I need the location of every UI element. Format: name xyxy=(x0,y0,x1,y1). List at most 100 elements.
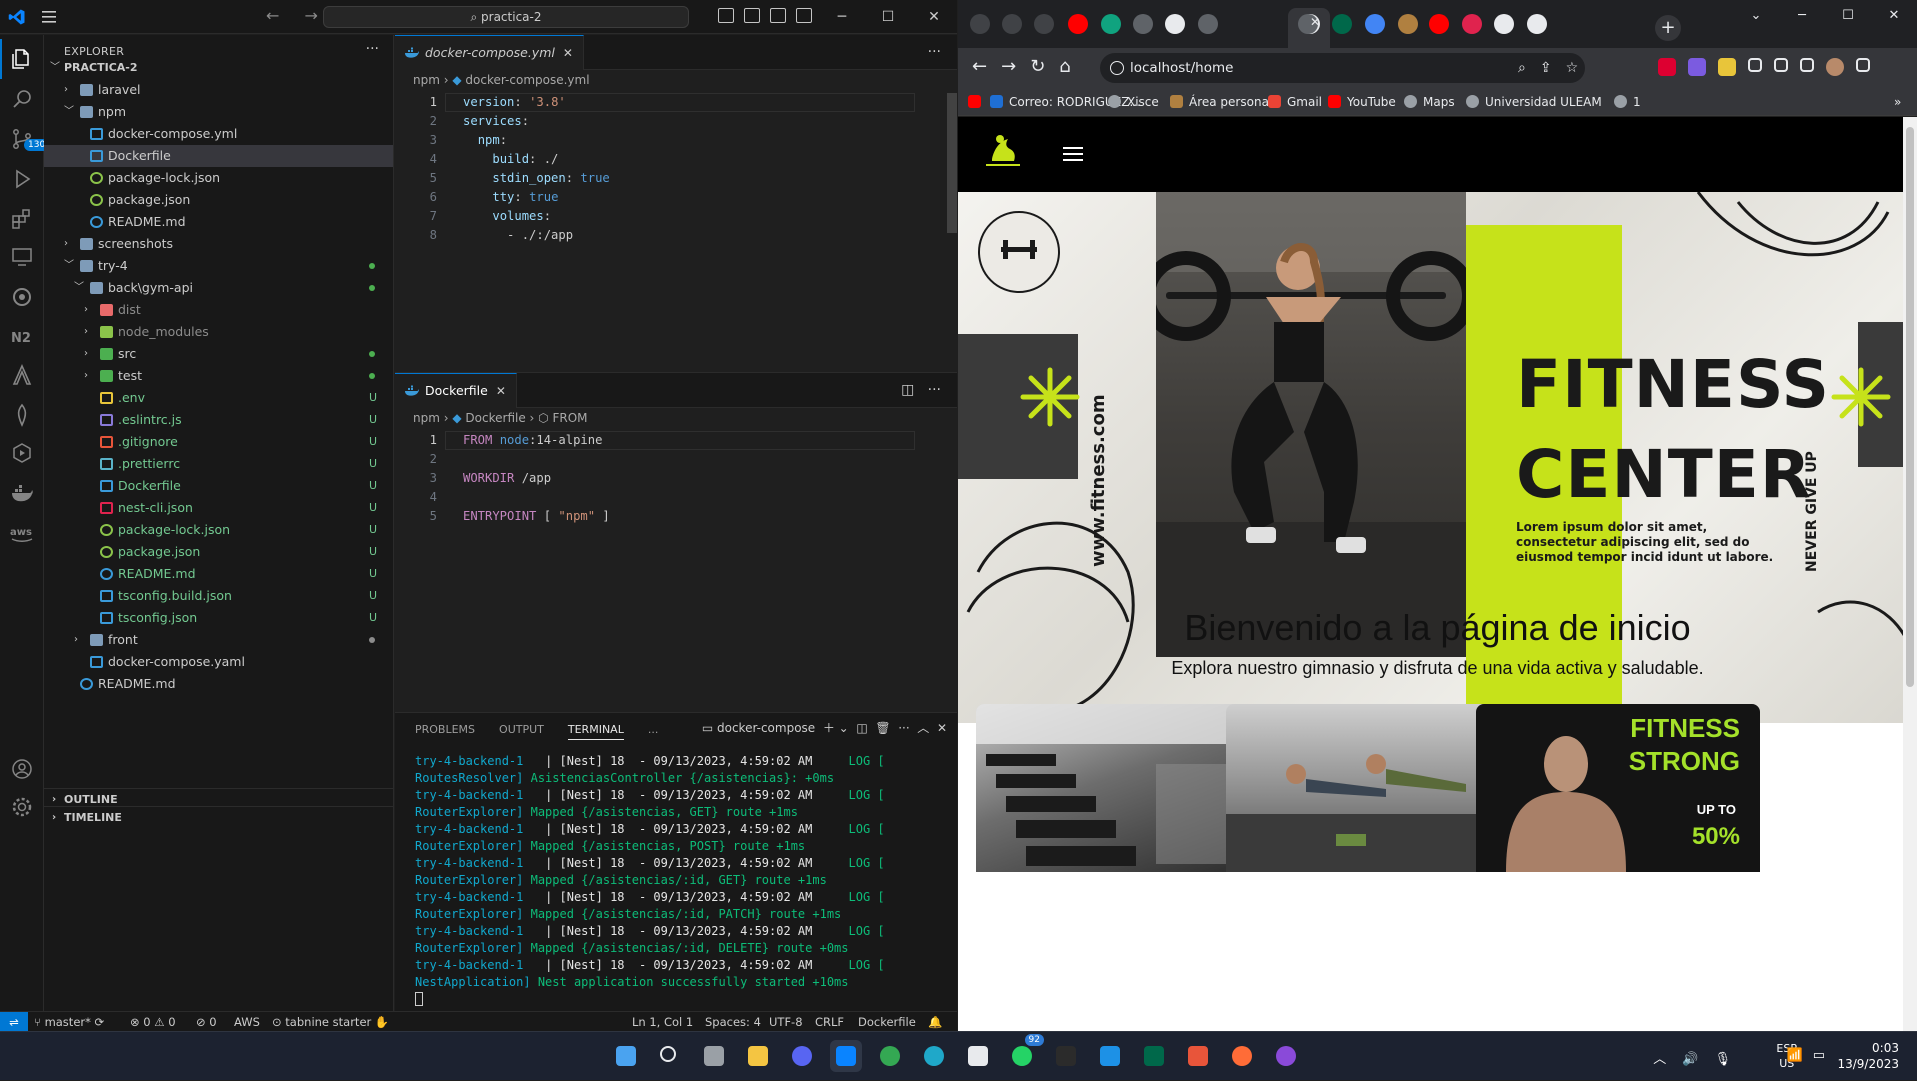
tree-item[interactable]: › screenshots xyxy=(44,233,393,255)
encoding[interactable]: UTF-8 xyxy=(769,1012,803,1032)
language-mode[interactable]: Dockerfile xyxy=(858,1012,916,1032)
page-scrollbar[interactable] xyxy=(1903,117,1917,1031)
terminal-icon[interactable] xyxy=(1050,1040,1082,1072)
github-favicon[interactable] xyxy=(1527,14,1547,34)
youtube-bookmark-icon[interactable] xyxy=(968,88,987,116)
media-control-icon[interactable] xyxy=(1774,58,1788,72)
close-tab-icon[interactable]: ✕ xyxy=(496,384,506,398)
tree-item[interactable]: nest-cli.json U xyxy=(44,497,393,519)
editor-more-button[interactable]: ··· xyxy=(928,35,941,70)
breadcrumb-item[interactable]: FROM xyxy=(552,411,587,425)
tree-item[interactable]: .eslintrc.js U xyxy=(44,409,393,431)
network-status[interactable]: 📶▭ xyxy=(1787,1048,1835,1063)
whatsapp-icon[interactable]: 92 xyxy=(1006,1034,1044,1072)
strong-body-logo[interactable] xyxy=(978,129,1028,177)
home-icon[interactable]: ⌂ xyxy=(1059,56,1084,77)
tree-item[interactable]: README.md xyxy=(44,673,393,695)
tabnine-status[interactable]: ⊙ tabnine starter ✋ xyxy=(272,1012,389,1032)
breadcrumb-item[interactable]: npm xyxy=(413,73,440,87)
split-terminal-icon[interactable]: ◫ xyxy=(856,721,867,735)
site-info-icon[interactable] xyxy=(1110,61,1124,75)
notifications-bell-icon[interactable]: 🔔 xyxy=(928,1012,942,1032)
tree-item[interactable]: tsconfig.json U xyxy=(44,607,393,629)
edge-icon[interactable] xyxy=(918,1040,950,1072)
menu-icon[interactable] xyxy=(40,9,58,25)
chevron-right-icon[interactable]: › xyxy=(74,629,86,651)
remote-indicator[interactable]: ⇌ xyxy=(0,1012,28,1032)
testing-icon[interactable] xyxy=(10,441,34,465)
tree-item[interactable]: .env U xyxy=(44,387,393,409)
browser-nav-buttons[interactable]: ←→↻⌂ xyxy=(972,56,1085,77)
tree-item[interactable]: › front xyxy=(44,629,393,651)
tree-item[interactable]: tsconfig.build.json U xyxy=(44,585,393,607)
share-icon[interactable]: ⇪ xyxy=(1540,60,1566,76)
inactive-tab-favicon[interactable] xyxy=(1034,14,1054,34)
extensions-puzzle-icon[interactable] xyxy=(1748,58,1762,72)
problems-status[interactable]: ⊗ 0 ⚠ 0 xyxy=(130,1012,176,1032)
settings-gear-icon[interactable] xyxy=(10,795,34,819)
chatgpt-favicon[interactable] xyxy=(1101,14,1121,34)
start-menu-icon[interactable] xyxy=(610,1040,642,1072)
docker-icon[interactable] xyxy=(10,481,34,505)
angular-favicon[interactable] xyxy=(1494,14,1514,34)
chevron-right-icon[interactable]: › xyxy=(84,365,96,387)
toggle-panel-icon[interactable] xyxy=(744,8,760,23)
close-window-button[interactable]: ✕ xyxy=(1871,0,1917,32)
breadcrumb-item[interactable]: npm xyxy=(413,411,440,425)
end-of-line[interactable]: CRLF xyxy=(815,1012,844,1032)
aws-icon[interactable]: aws xyxy=(10,521,34,545)
microphone-icon[interactable]: 🎙 xyxy=(1714,1052,1747,1067)
profile-avatar[interactable] xyxy=(1826,58,1844,76)
search-icon[interactable] xyxy=(10,87,34,111)
bookmark-item[interactable]: Gmail xyxy=(1268,88,1322,116)
address-bar[interactable]: localhost/home xyxy=(1100,53,1585,83)
mongodb-favicon[interactable] xyxy=(1332,14,1352,34)
vue-devtools-icon[interactable] xyxy=(1718,58,1736,76)
chevron-right-icon[interactable]: › xyxy=(64,79,76,101)
nestjs-favicon[interactable] xyxy=(1462,14,1482,34)
minimize-button[interactable]: ─ xyxy=(1779,0,1825,32)
mongodb-icon[interactable] xyxy=(10,403,34,427)
nav-arrows[interactable]: ← → xyxy=(266,6,328,25)
nx-console-icon[interactable]: N2 xyxy=(10,325,34,349)
bookmark-item[interactable]: Área personal xyxy=(1170,88,1272,116)
github-desktop-icon[interactable] xyxy=(1270,1040,1302,1072)
globe-favicon[interactable] xyxy=(1133,14,1153,34)
remote-explorer-icon[interactable] xyxy=(10,245,34,269)
show-hidden-icons-icon[interactable]: ︿ xyxy=(1653,1052,1682,1067)
maximize-panel-icon[interactable]: ︿ xyxy=(917,721,929,735)
gym-card-2[interactable] xyxy=(1226,704,1510,872)
office-icon[interactable] xyxy=(1182,1040,1214,1072)
terminal-name[interactable]: docker-compose xyxy=(717,721,815,735)
postman-icon[interactable] xyxy=(1226,1040,1258,1072)
minimize-button[interactable]: ─ xyxy=(819,0,865,34)
search-icon[interactable] xyxy=(654,1040,686,1072)
tree-item[interactable]: Dockerfile xyxy=(44,145,393,167)
kill-terminal-icon[interactable]: 🗑 xyxy=(875,721,890,735)
bookmark-item[interactable]: Xisce xyxy=(1108,88,1159,116)
breadcrumb-item[interactable]: docker-compose.yml xyxy=(465,73,589,87)
layout-controls[interactable] xyxy=(718,8,812,23)
zoom-icon[interactable]: ⌕ xyxy=(1518,60,1540,76)
inactive-tab-favicon[interactable] xyxy=(970,14,990,34)
tree-item[interactable]: ﹀ npm xyxy=(44,101,393,123)
workspace-header[interactable]: ﹀ PRACTICA-2 xyxy=(44,57,393,79)
tree-item[interactable]: package-lock.json xyxy=(44,167,393,189)
accounts-icon[interactable] xyxy=(10,757,34,781)
bookmark-item[interactable]: Maps xyxy=(1404,88,1455,116)
close-window-button[interactable]: ✕ xyxy=(911,0,957,34)
customize-layout-icon[interactable] xyxy=(796,8,812,23)
back-icon[interactable]: ← xyxy=(972,56,1001,77)
split-editor-button[interactable]: ◫ ··· xyxy=(901,373,941,408)
chevron-right-icon[interactable]: › xyxy=(84,343,96,365)
more-bookmarks-icon[interactable]: » xyxy=(1894,88,1901,116)
github-favicon[interactable] xyxy=(1165,14,1185,34)
tree-item[interactable]: › dist xyxy=(44,299,393,321)
forward-icon[interactable]: → xyxy=(1001,56,1030,77)
tree-item[interactable]: › src xyxy=(44,343,393,365)
run-debug-icon[interactable] xyxy=(10,167,34,191)
close-tab-icon[interactable]: ✕ xyxy=(1310,15,1320,29)
docker-desktop-icon[interactable] xyxy=(1094,1040,1126,1072)
tree-item[interactable]: ﹀ back\gym-api xyxy=(44,277,393,299)
scrollbar-thumb[interactable] xyxy=(1906,127,1914,687)
